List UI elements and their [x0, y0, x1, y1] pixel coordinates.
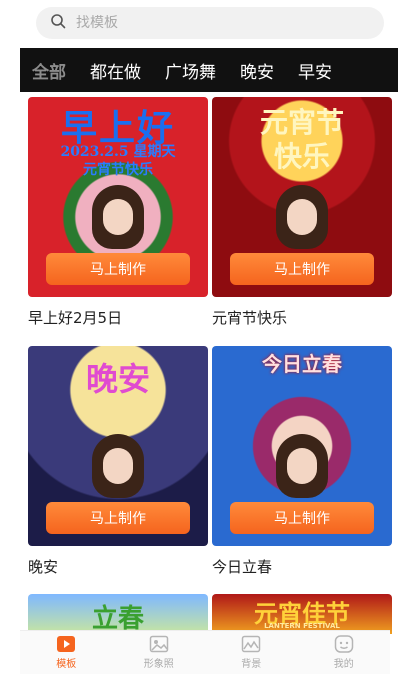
bottom-nav: 模板 形象照 背景 我的 [20, 630, 390, 674]
thumbnail-overlay-greeting: 元宵节快乐 [83, 162, 153, 178]
nav-item-label: 形象照 [143, 659, 174, 670]
image-icon [149, 635, 168, 653]
search-icon [50, 13, 66, 33]
nav-item-portrait[interactable]: 形象照 [113, 631, 206, 674]
thumbnail-overlay-date: 2023.2.5 星期天 [60, 144, 176, 160]
template-card[interactable]: 早上好 2023.2.5 星期天 元宵节快乐 马上制作 早上好2月5日 [28, 97, 208, 327]
make-now-button[interactable]: 马上制作 [230, 502, 374, 534]
thumbnail-overlay-subtitle: LANTERN FESTIVAL [264, 622, 340, 630]
template-title: 今日立春 [212, 558, 273, 576]
template-thumbnail[interactable]: 晚安 马上制作 [28, 346, 208, 546]
make-now-button[interactable]: 马上制作 [46, 253, 190, 285]
template-card[interactable]: 立春 [28, 594, 208, 634]
tab-good-night[interactable]: 晚安 [228, 58, 286, 83]
search-bar[interactable] [36, 7, 384, 39]
landscape-icon [242, 635, 261, 653]
nav-item-label: 我的 [333, 659, 354, 670]
template-thumbnail[interactable]: 今日立春 马上制作 [212, 346, 392, 546]
thumbnail-overlay-text: 立春 [91, 604, 144, 634]
search-input[interactable] [76, 15, 356, 31]
category-tabs: 全部 都在做 广场舞 晚安 早安 [20, 48, 398, 92]
thumbnail-overlay-text: 晚安 [85, 360, 150, 398]
portrait-image [92, 185, 144, 249]
nav-item-background[interactable]: 背景 [205, 631, 298, 674]
play-icon [57, 636, 76, 652]
smiley-icon [334, 635, 353, 653]
template-title: 元宵节快乐 [212, 309, 288, 327]
portrait-image [92, 434, 144, 498]
thumbnail-overlay-subtitle: 快乐 [273, 140, 330, 173]
template-thumbnail[interactable]: 立春 [28, 594, 208, 634]
template-card[interactable]: 元宵佳节 LANTERN FESTIVAL [212, 594, 392, 634]
make-now-button[interactable]: 马上制作 [46, 502, 190, 534]
make-now-button[interactable]: 马上制作 [230, 253, 374, 285]
template-card[interactable]: 今日立春 马上制作 今日立春 [212, 346, 392, 576]
tab-all[interactable]: 全部 [20, 58, 78, 83]
nav-item-profile[interactable]: 我的 [298, 631, 391, 674]
nav-item-templates[interactable]: 模板 [20, 631, 113, 674]
tab-popular[interactable]: 都在做 [78, 58, 153, 83]
template-thumbnail[interactable]: 元宵节 快乐 马上制作 [212, 97, 392, 297]
portrait-image [276, 185, 328, 249]
portrait-image [276, 434, 328, 498]
template-thumbnail[interactable]: 元宵佳节 LANTERN FESTIVAL [212, 594, 392, 634]
template-card[interactable]: 元宵节 快乐 马上制作 元宵节快乐 [212, 97, 392, 327]
search-area [0, 0, 400, 48]
tab-square-dance[interactable]: 广场舞 [153, 58, 228, 83]
template-card[interactable]: 晚安 马上制作 晚安 [28, 346, 208, 576]
thumbnail-overlay-text: 今日立春 [262, 352, 342, 376]
template-thumbnail[interactable]: 早上好 2023.2.5 星期天 元宵节快乐 马上制作 [28, 97, 208, 297]
template-title: 早上好2月5日 [28, 309, 123, 327]
nav-item-label: 模板 [56, 659, 77, 670]
template-title: 晚安 [28, 558, 59, 576]
nav-item-label: 背景 [241, 659, 262, 670]
tab-good-morning[interactable]: 早安 [286, 58, 344, 83]
